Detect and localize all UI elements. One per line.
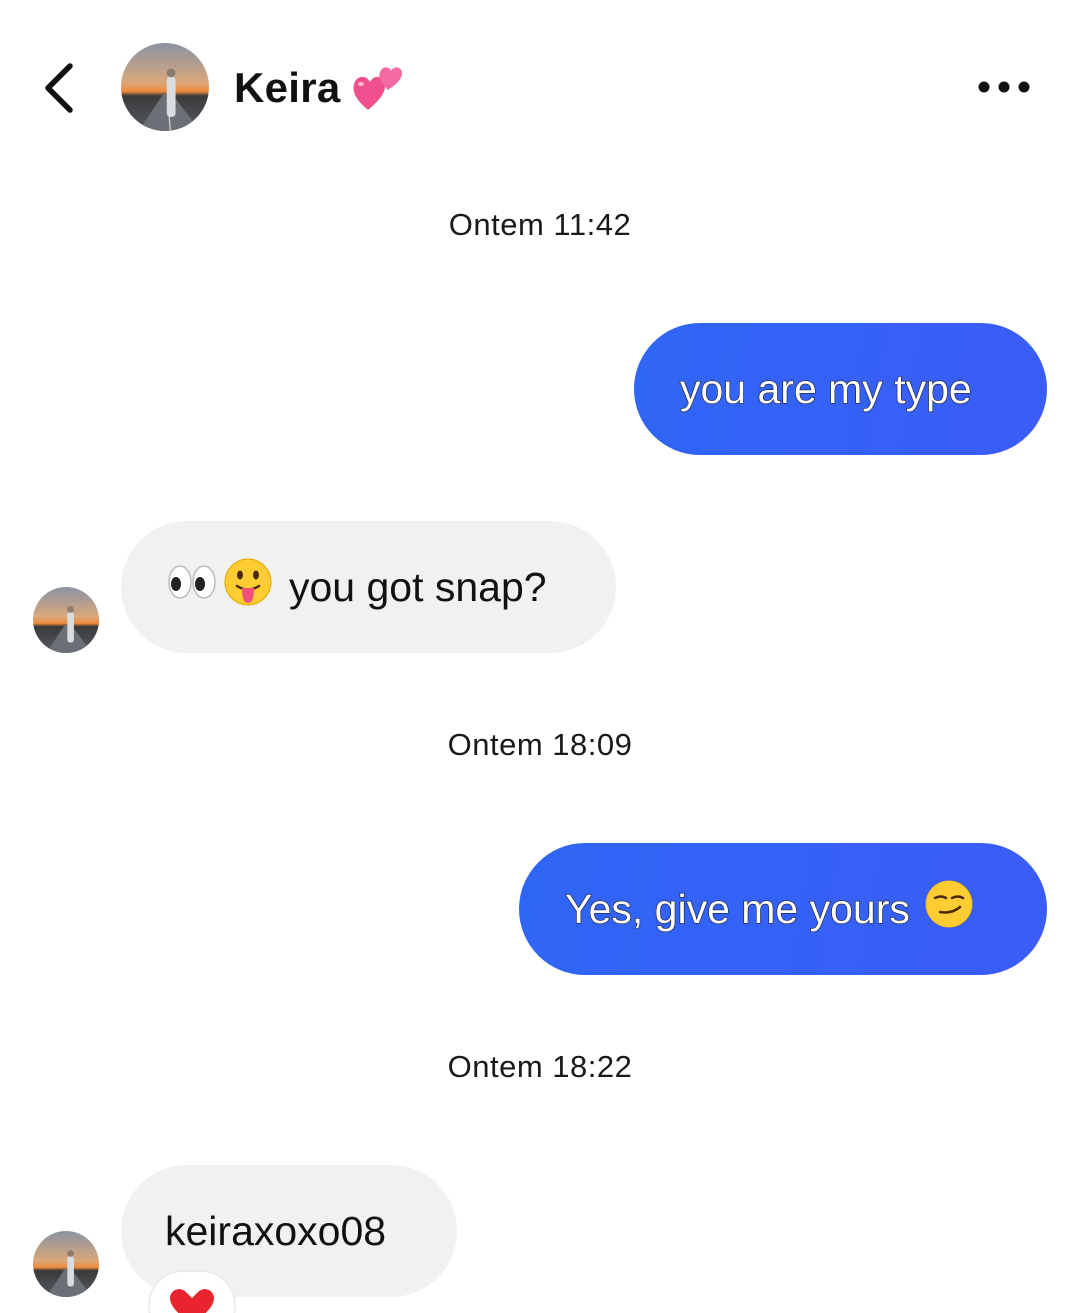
timestamp: Ontem 11:42 [448, 207, 632, 242]
outgoing-message[interactable]: you are my type [634, 323, 1047, 455]
avatar-photo-icon [121, 43, 209, 131]
message-text: Yes, give me yours [565, 885, 911, 932]
sender-avatar[interactable] [33, 1231, 99, 1297]
tongue-out-face-emoji-icon [223, 557, 273, 617]
message-reaction[interactable] [148, 1270, 236, 1313]
ellipsis-icon [978, 81, 1030, 93]
smirking-face-emoji-icon [924, 879, 974, 939]
outgoing-message[interactable]: Yes, give me yours [519, 843, 1047, 975]
back-button[interactable] [36, 58, 86, 118]
message-text: keiraxoxo08 [165, 1207, 387, 1254]
message-text: you got snap? [289, 563, 547, 610]
two-hearts-emoji-icon [352, 62, 406, 114]
timestamp: Ontem 18:22 [447, 1049, 633, 1084]
message-text: you are my type [680, 365, 973, 412]
avatar-photo-icon [33, 1231, 99, 1297]
contact-name[interactable]: Keira [234, 64, 341, 112]
timestamp: Ontem 18:09 [447, 727, 633, 762]
contact-avatar[interactable] [121, 43, 209, 131]
avatar-photo-icon [33, 587, 99, 653]
chat-screen: Keira Ontem 11:42 you are my type you go… [0, 0, 1080, 1313]
more-options-button[interactable] [972, 70, 1036, 104]
incoming-message[interactable]: you got snap? [121, 521, 616, 653]
eyes-emoji-icon [167, 562, 217, 612]
sender-avatar[interactable] [33, 587, 99, 653]
red-heart-emoji-icon [170, 1289, 214, 1313]
chevron-left-icon [45, 63, 73, 113]
